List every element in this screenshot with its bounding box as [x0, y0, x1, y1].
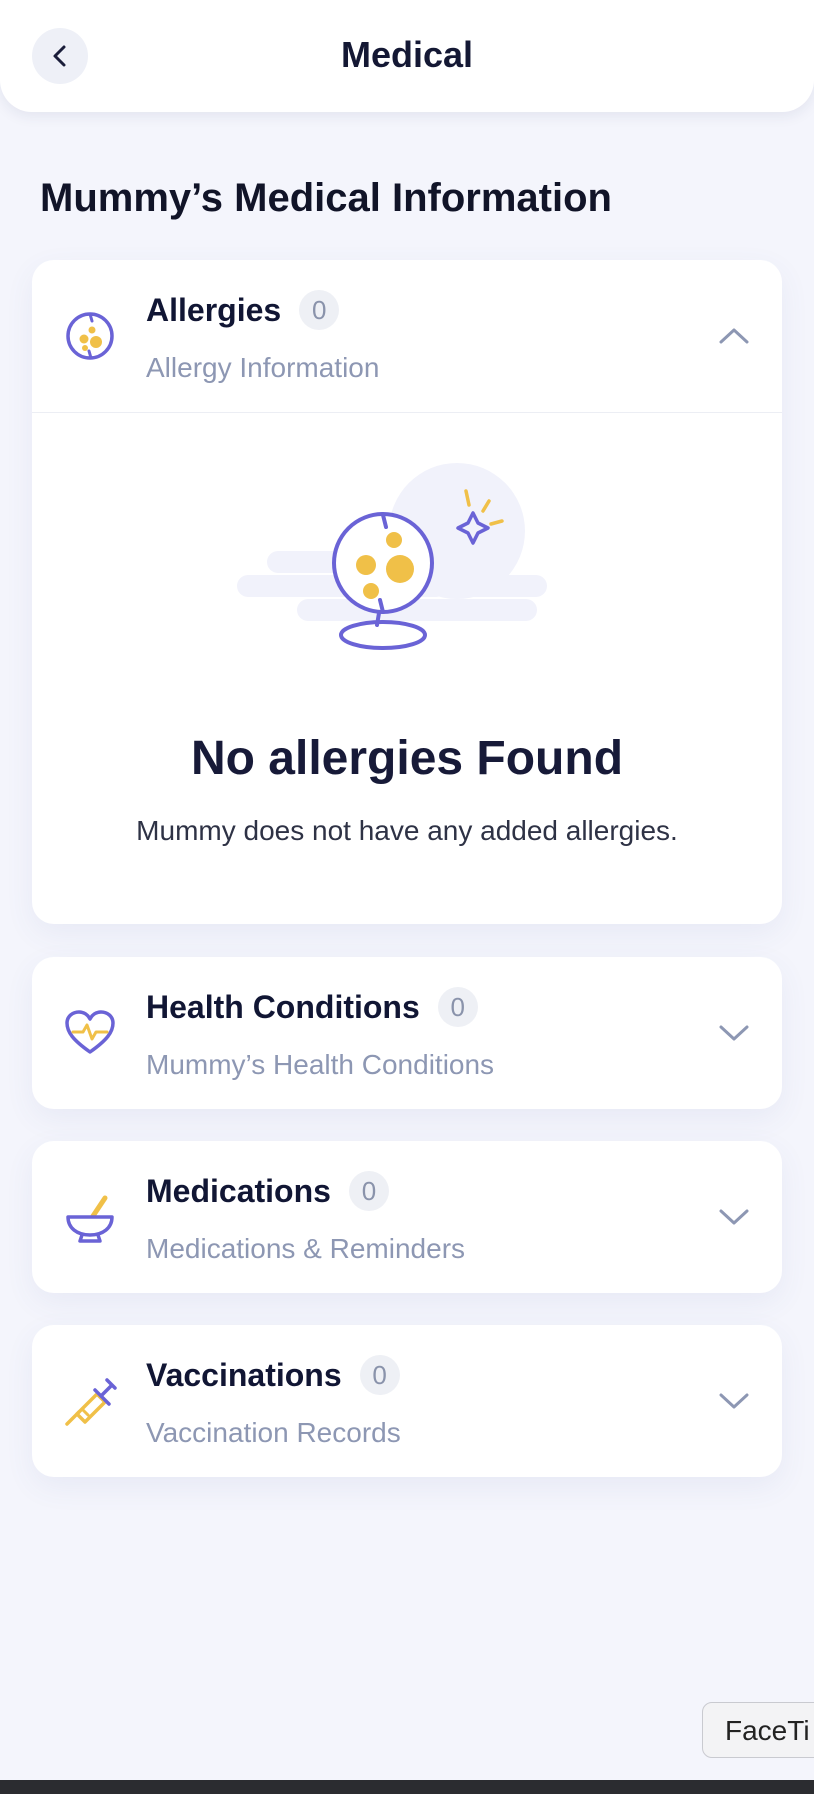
count-badge: 0	[359, 1355, 400, 1395]
empty-state-description: Mummy does not have any added allergies.	[136, 815, 678, 846]
count-badge: 0	[348, 1171, 389, 1211]
count-badge: 0	[437, 987, 478, 1027]
card-subtitle: Vaccination Records	[146, 1417, 401, 1448]
vaccinations-header[interactable]: Vaccinations 0 Vaccination Records	[32, 1325, 782, 1477]
allergies-header[interactable]: Allergies 0 Allergy Information	[32, 260, 782, 412]
section-title: Mummy’s Medical Information	[40, 176, 612, 220]
medications-card[interactable]: Medications 0 Medications & Reminders	[32, 1141, 782, 1293]
mortar-pestle-icon	[62, 1189, 118, 1245]
top-app-bar: Medical	[0, 0, 814, 112]
card-title: Vaccinations 0	[146, 1355, 400, 1395]
facetime-tooltip[interactable]: FaceTi	[702, 1702, 814, 1758]
system-bottom-bar	[0, 1780, 814, 1794]
card-title: Allergies 0	[146, 290, 340, 330]
card-title-text: Vaccinations	[146, 1356, 342, 1393]
allergies-card: Allergies 0 Allergy Information No aller…	[32, 260, 782, 924]
card-subtitle: Allergy Information	[146, 352, 380, 383]
health-conditions-card[interactable]: Health Conditions 0 Mummy’s Health Condi…	[32, 957, 782, 1109]
medications-header[interactable]: Medications 0 Medications & Reminders	[32, 1141, 782, 1293]
card-title: Medications 0	[146, 1171, 389, 1211]
card-subtitle: Mummy’s Health Conditions	[146, 1049, 495, 1080]
card-title: Health Conditions 0	[146, 987, 478, 1027]
vaccinations-card[interactable]: Vaccinations 0 Vaccination Records	[32, 1325, 782, 1477]
empty-state-title: No allergies Found	[190, 732, 624, 785]
allergy-icon	[62, 308, 118, 364]
card-title-text: Allergies	[146, 291, 282, 328]
heart-pulse-icon	[62, 1005, 118, 1061]
chevron-up-icon[interactable]	[714, 316, 754, 356]
card-title-text: Health Conditions	[146, 988, 420, 1025]
chevron-down-icon[interactable]	[714, 1381, 754, 1421]
syringe-icon	[62, 1373, 118, 1429]
chevron-down-icon[interactable]	[714, 1197, 754, 1237]
card-title-text: Medications	[146, 1172, 331, 1209]
card-subtitle: Medications & Reminders	[146, 1233, 466, 1264]
count-badge: 0	[299, 290, 340, 330]
page-title: Medical	[340, 34, 474, 75]
empty-state: No allergies Found Mummy does not have a…	[32, 413, 782, 923]
health-conditions-header[interactable]: Health Conditions 0 Mummy’s Health Condi…	[32, 957, 782, 1109]
empty-allergy-illustration	[237, 463, 547, 650]
chevron-down-icon[interactable]	[714, 1013, 754, 1053]
